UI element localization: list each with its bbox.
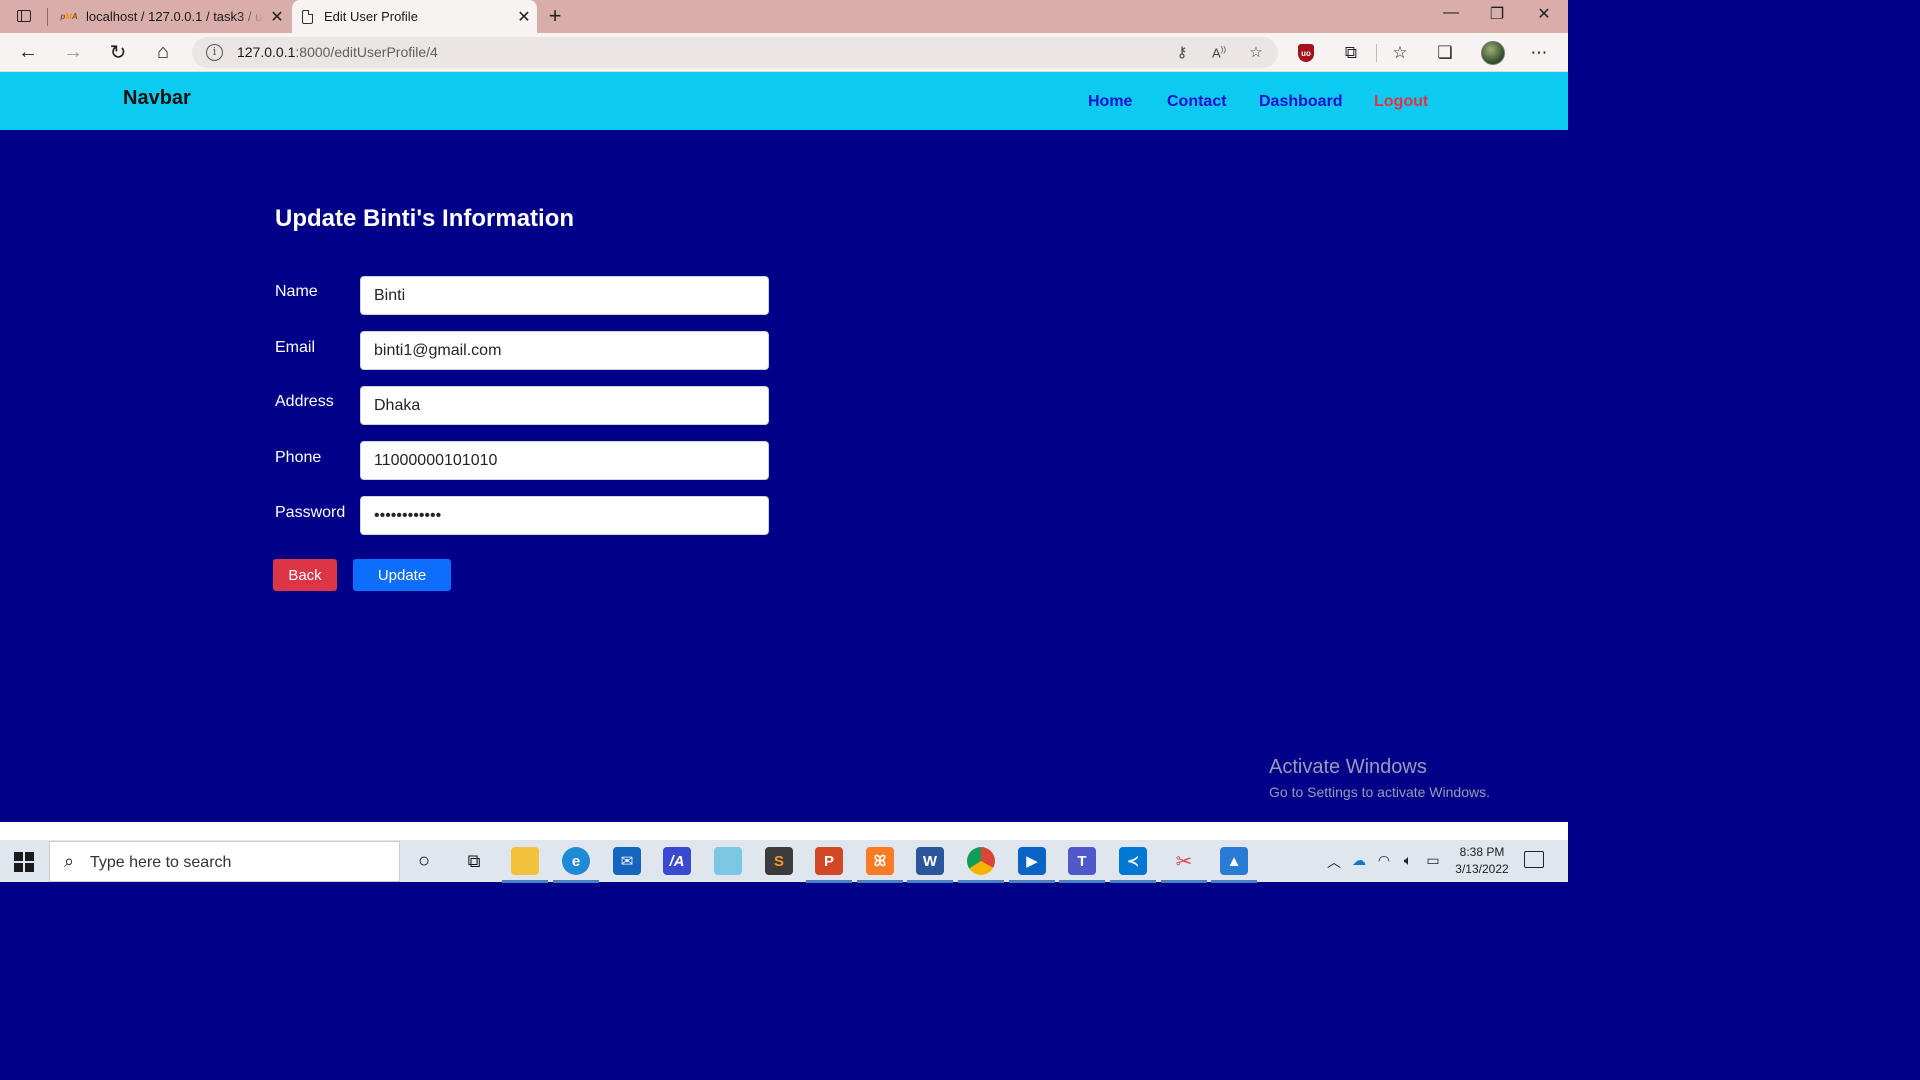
password-field[interactable] xyxy=(360,496,769,535)
close-icon[interactable]: ✕ xyxy=(511,7,537,27)
taskbar-clock[interactable]: 8:38 PM 3/13/2022 xyxy=(1450,844,1514,878)
notepad-icon[interactable] xyxy=(714,847,742,875)
phpmyadmin-icon: pMA xyxy=(60,12,78,21)
browser-toolbar: ← → ↻ ⌂ i 127.0.0.1:8000/editUserProfile… xyxy=(0,33,1568,72)
email-label: Email xyxy=(275,339,316,356)
close-window-icon[interactable]: ✕ xyxy=(1529,4,1559,24)
close-icon[interactable]: ✕ xyxy=(264,7,290,27)
tab-title: Edit User Profile xyxy=(324,9,418,24)
phone-field[interactable] xyxy=(360,441,769,480)
app-icon[interactable]: /A xyxy=(663,847,691,875)
browser-tab-edit-user-profile[interactable]: Edit User Profile ✕ xyxy=(292,0,537,33)
watermark-subtitle: Go to Settings to activate Windows. xyxy=(1269,784,1490,800)
extensions-icon[interactable]: ⧉ xyxy=(1339,41,1363,65)
document-icon xyxy=(298,9,316,25)
volume-icon[interactable]: 🔈︎ xyxy=(1398,852,1418,869)
teams-icon[interactable]: T xyxy=(1059,847,1105,883)
battery-icon[interactable]: ▭ xyxy=(1423,852,1443,869)
clock-time: 8:38 PM xyxy=(1459,845,1505,859)
restore-icon[interactable]: ❐ xyxy=(1482,4,1512,24)
page-bottom-strip xyxy=(0,822,1568,842)
watermark-title: Activate Windows xyxy=(1269,756,1427,778)
favorites-icon[interactable]: ☆ xyxy=(1388,41,1412,65)
more-menu-icon[interactable]: ⋯ xyxy=(1527,41,1551,65)
browser-tab-phpmyadmin[interactable]: pMA localhost / 127.0.0.1 / task3 / user… xyxy=(54,0,290,33)
tab-actions-icon[interactable] xyxy=(14,7,34,25)
address-url[interactable]: 127.0.0.1:8000/editUserProfile/4 xyxy=(237,44,438,60)
read-aloud-icon[interactable]: A)) xyxy=(1209,45,1229,60)
add-favorite-icon[interactable]: ☆ xyxy=(1246,43,1266,61)
edge-icon[interactable]: e xyxy=(553,847,599,883)
tab-title: localhost / 127.0.0.1 / task3 / users xyxy=(86,9,264,24)
phone-label: Phone xyxy=(275,449,322,466)
xampp-icon[interactable]: ꕤ xyxy=(857,847,903,883)
tab-separator xyxy=(47,8,48,26)
name-label: Name xyxy=(275,283,318,300)
nav-link-logout[interactable]: Logout xyxy=(1374,93,1428,111)
powerpoint-icon[interactable]: P xyxy=(806,847,852,883)
mail-icon[interactable]: ✉ xyxy=(613,847,641,875)
browser-tab-strip: pMA localhost / 127.0.0.1 / task3 / user… xyxy=(0,0,1568,33)
password-label: Password xyxy=(275,504,346,521)
address-label: Address xyxy=(275,393,334,410)
email-field[interactable] xyxy=(360,331,769,370)
taskbar-search-box[interactable]: ⌕ Type here to search xyxy=(49,841,400,882)
sublime-text-icon[interactable]: S xyxy=(765,847,793,875)
profile-avatar[interactable] xyxy=(1481,41,1505,65)
page-navbar: Navbar Home Contact Dashboard Logout xyxy=(0,72,1568,130)
collections-icon[interactable]: ❏ xyxy=(1433,41,1457,65)
back-button[interactable]: Back xyxy=(273,559,337,591)
cortana-icon[interactable]: ○ xyxy=(410,847,438,875)
key-icon[interactable]: ⚷ xyxy=(1172,43,1192,61)
ublock-icon[interactable]: uo xyxy=(1294,41,1318,65)
media-player-icon[interactable]: ▶ xyxy=(1009,847,1055,883)
nav-link-contact[interactable]: Contact xyxy=(1167,93,1227,111)
search-icon: ⌕ xyxy=(64,851,75,871)
chrome-icon[interactable] xyxy=(958,847,1004,883)
address-field[interactable] xyxy=(360,386,769,425)
new-tab-icon[interactable]: + xyxy=(544,3,566,29)
windows-start-icon[interactable] xyxy=(14,852,34,872)
task-view-icon[interactable]: ⧉ xyxy=(460,847,488,875)
clock-date: 3/13/2022 xyxy=(1455,862,1509,876)
windows-taskbar: ⌕ Type here to search ○ ⧉ e ✉ /A S P ꕤ W… xyxy=(0,840,1568,883)
minimize-icon[interactable]: — xyxy=(1436,4,1466,22)
word-icon[interactable]: W xyxy=(907,847,953,883)
nav-link-dashboard[interactable]: Dashboard xyxy=(1259,93,1343,111)
file-explorer-icon[interactable] xyxy=(502,847,548,883)
page-title: Update Binti's Information xyxy=(275,205,575,232)
vscode-icon[interactable]: ≺ xyxy=(1110,847,1156,883)
forward-arrow-icon[interactable]: → xyxy=(59,39,87,65)
onedrive-icon[interactable]: ☁ xyxy=(1349,852,1369,869)
snipping-tool-icon[interactable]: ✂ xyxy=(1161,847,1207,883)
search-placeholder: Type here to search xyxy=(90,854,232,871)
photos-icon[interactable]: ▲ xyxy=(1211,847,1257,883)
wifi-icon[interactable]: ◠ xyxy=(1374,852,1394,869)
site-info-icon[interactable]: i xyxy=(206,44,223,61)
name-field[interactable] xyxy=(360,276,769,315)
refresh-icon[interactable]: ↻ xyxy=(104,39,132,65)
chevron-up-icon[interactable]: ︿ xyxy=(1324,852,1344,872)
navbar-brand[interactable]: Navbar xyxy=(123,87,191,110)
activate-windows-watermark: Activate Windows Go to Settings to activ… xyxy=(1269,756,1490,800)
update-button[interactable]: Update xyxy=(353,559,451,591)
address-bar[interactable]: i 127.0.0.1:8000/editUserProfile/4 ⚷ A))… xyxy=(192,37,1278,68)
back-arrow-icon[interactable]: ← xyxy=(14,39,42,65)
nav-link-home[interactable]: Home xyxy=(1088,93,1132,111)
home-icon[interactable]: ⌂ xyxy=(149,39,177,65)
toolbar-separator xyxy=(1376,44,1377,62)
notification-icon[interactable] xyxy=(1524,851,1544,868)
